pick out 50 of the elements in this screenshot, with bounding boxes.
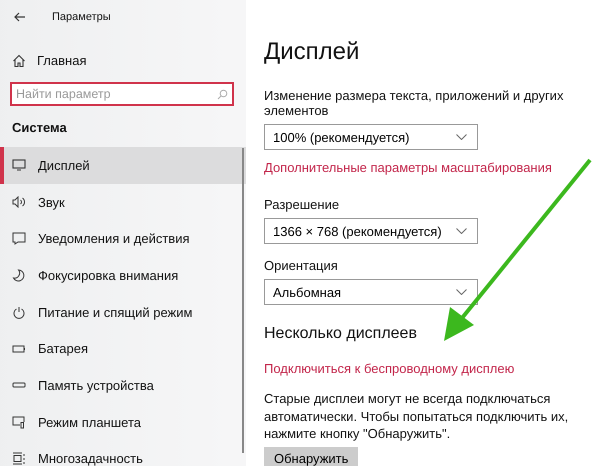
search-field[interactable]: Найти параметр xyxy=(10,82,234,106)
field-label: Изменение размера текста, приложений и других элементов xyxy=(264,88,564,118)
sidebar-item[interactable]: Питание и спящий режим xyxy=(0,294,246,330)
sidebar-item-label: Уведомления и действия xyxy=(38,231,190,246)
chevron-down-icon xyxy=(456,134,467,140)
page-title: Дисплей xyxy=(264,38,360,66)
dropdown[interactable]: 100% (рекомендуется) xyxy=(264,124,478,150)
dropdown[interactable]: Альбомная xyxy=(264,279,478,305)
section-heading: Система xyxy=(12,120,67,135)
drive-icon xyxy=(12,382,26,388)
sidebar-item-label: Дисплей xyxy=(38,158,90,173)
sidebar-item[interactable]: Фокусировка внимания xyxy=(0,257,246,294)
sidebar-item[interactable]: Звук xyxy=(0,184,246,220)
sidebar-item[interactable]: Режим планшета xyxy=(0,404,246,440)
description-text: Старые дисплеи могут не всегда подключаться автоматически. Чтобы попытаться подключить их, нажмите кнопку "Обнаружить". xyxy=(264,390,570,442)
home-link[interactable]: Главная xyxy=(12,53,86,68)
battery-icon xyxy=(12,344,26,353)
chevron-down-icon xyxy=(456,228,467,234)
monitor-icon xyxy=(12,159,26,172)
field-label: Ориентация xyxy=(264,258,338,273)
dropdown[interactable]: 1366 × 768 (рекомендуется) xyxy=(264,218,478,244)
sidebar-item-label: Звук xyxy=(38,194,65,210)
section-heading: Несколько дисплеев xyxy=(264,325,417,343)
window-title: Параметры xyxy=(52,11,111,23)
sidebar-item-label: Питание и спящий режим xyxy=(38,304,192,320)
moon-icon xyxy=(12,268,26,282)
power-icon xyxy=(12,306,26,319)
field-label: Разрешение xyxy=(264,197,340,212)
sidebar-item[interactable]: Батарея xyxy=(0,330,246,368)
link[interactable]: Подключиться к беспроводному дисплею xyxy=(264,361,514,376)
search-icon xyxy=(217,89,228,100)
sidebar-item-label: Многозадачность xyxy=(38,451,143,466)
chevron-down-icon xyxy=(456,289,467,295)
detect-button[interactable]: Обнаружить xyxy=(264,446,358,466)
sidebar-item-label: Режим планшета xyxy=(38,414,141,430)
link[interactable]: Дополнительные параметры масштабирования xyxy=(264,160,552,175)
sidebar-item-label: Батарея xyxy=(38,341,88,356)
sidebar-item[interactable]: Многозадачность xyxy=(0,440,246,466)
back-arrow-icon[interactable] xyxy=(14,12,26,22)
speaker-icon xyxy=(12,196,26,208)
sidebar-item[interactable]: Дисплей xyxy=(0,147,246,184)
message-icon xyxy=(12,232,26,246)
home-icon xyxy=(12,54,26,68)
scrollbar[interactable] xyxy=(242,148,244,453)
multitask-icon xyxy=(12,452,26,466)
tablet-icon xyxy=(12,416,26,429)
sidebar-item-label: Фокусировка внимания xyxy=(38,268,178,283)
sidebar-item-label: Память устройства xyxy=(38,378,154,393)
sidebar-item[interactable]: Память устройства xyxy=(0,367,246,404)
sidebar-item[interactable]: Уведомления и действия xyxy=(0,220,246,258)
